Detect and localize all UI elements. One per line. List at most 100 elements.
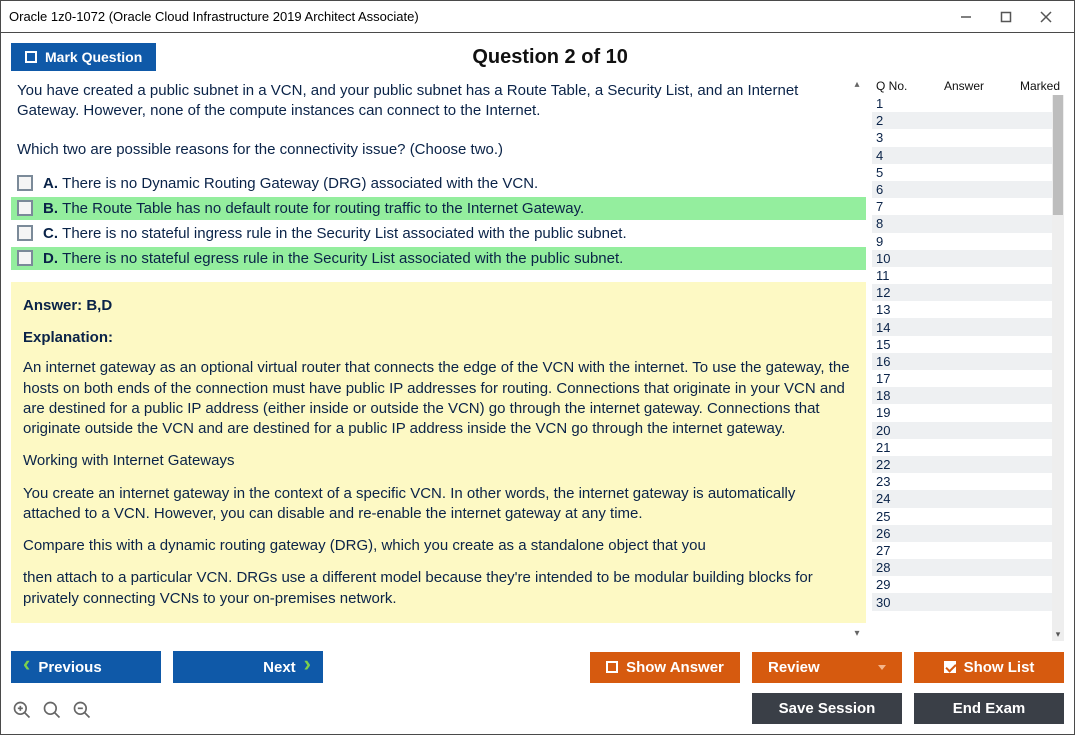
question-list-row[interactable]: 30 xyxy=(872,593,1052,610)
scroll-down-icon[interactable]: ▾ xyxy=(1053,629,1063,641)
question-list-row[interactable]: 25 xyxy=(872,508,1052,525)
question-number: 12 xyxy=(876,285,906,300)
minimize-button[interactable] xyxy=(946,1,986,32)
question-list-row[interactable]: 1 xyxy=(872,95,1052,112)
question-list-row[interactable]: 19 xyxy=(872,404,1052,421)
window-title: Oracle 1z0-1072 (Oracle Cloud Infrastruc… xyxy=(9,9,946,24)
question-list-row[interactable]: 9 xyxy=(872,233,1052,250)
answer-choice[interactable]: C. There is no stateful ingress rule in … xyxy=(11,222,866,245)
answer-choice[interactable]: D. There is no stateful egress rule in t… xyxy=(11,247,866,270)
question-number: 18 xyxy=(876,388,906,403)
question-number: 27 xyxy=(876,543,906,558)
question-list-row[interactable]: 17 xyxy=(872,370,1052,387)
question-list-row[interactable]: 6 xyxy=(872,181,1052,198)
question-list-row[interactable]: 4 xyxy=(872,147,1052,164)
question-number: 15 xyxy=(876,337,906,352)
question-list-row[interactable]: 7 xyxy=(872,198,1052,215)
end-exam-label: End Exam xyxy=(953,700,1026,717)
answer-choice[interactable]: A. There is no Dynamic Routing Gateway (… xyxy=(11,172,866,195)
question-number: 14 xyxy=(876,320,906,335)
question-counter: Question 2 of 10 xyxy=(156,46,1064,69)
question-list-row[interactable]: 3 xyxy=(872,129,1052,146)
chevron-right-icon xyxy=(304,658,311,676)
mark-question-label: Mark Question xyxy=(45,49,142,65)
question-number: 5 xyxy=(876,165,906,180)
show-list-label: Show List xyxy=(964,659,1035,676)
question-list-row[interactable]: 20 xyxy=(872,422,1052,439)
zoom-in-button[interactable] xyxy=(11,699,33,721)
question-list-row[interactable]: 12 xyxy=(872,284,1052,301)
question-list-row[interactable]: 8 xyxy=(872,215,1052,232)
zoom-out-button[interactable] xyxy=(71,699,93,721)
previous-label: Previous xyxy=(38,659,101,676)
choice-text: D. There is no stateful egress rule in t… xyxy=(43,250,623,267)
col-answer: Answer xyxy=(924,79,1004,93)
question-panel: ▴ ▾ You have created a public subnet in … xyxy=(11,77,866,641)
scroll-up-icon[interactable]: ▴ xyxy=(850,77,864,91)
scroll-down-icon[interactable]: ▾ xyxy=(850,626,864,640)
answer-choice[interactable]: B. The Route Table has no default route … xyxy=(11,197,866,220)
question-list-row[interactable]: 13 xyxy=(872,301,1052,318)
question-list-row[interactable]: 26 xyxy=(872,525,1052,542)
question-text-1: You have created a public subnet in a VC… xyxy=(11,77,866,126)
scrollbar-thumb[interactable] xyxy=(1053,95,1063,215)
question-number: 7 xyxy=(876,199,906,214)
titlebar: Oracle 1z0-1072 (Oracle Cloud Infrastruc… xyxy=(1,1,1074,33)
previous-button[interactable]: Previous xyxy=(11,651,161,683)
question-list-row[interactable]: 10 xyxy=(872,250,1052,267)
question-list-row[interactable]: 18 xyxy=(872,387,1052,404)
sidebar-scrollbar[interactable]: ▴ ▾ xyxy=(1052,95,1064,641)
question-list-row[interactable]: 27 xyxy=(872,542,1052,559)
mark-checkbox-icon xyxy=(25,51,37,63)
col-marked: Marked xyxy=(1004,79,1060,93)
next-button[interactable]: Next xyxy=(173,651,323,683)
show-answer-button[interactable]: Show Answer xyxy=(590,652,740,683)
show-list-button[interactable]: Show List xyxy=(914,652,1064,683)
question-list-row[interactable]: 28 xyxy=(872,559,1052,576)
question-number: 9 xyxy=(876,234,906,249)
show-answer-label: Show Answer xyxy=(626,659,724,676)
sidebar-list[interactable]: 1234567891011121314151617181920212223242… xyxy=(872,95,1064,641)
close-button[interactable] xyxy=(1026,1,1066,32)
review-dropdown[interactable]: Review xyxy=(752,652,902,683)
question-list-row[interactable]: 23 xyxy=(872,473,1052,490)
question-list-row[interactable]: 5 xyxy=(872,164,1052,181)
main-row: ▴ ▾ You have created a public subnet in … xyxy=(11,77,1064,641)
question-number: 20 xyxy=(876,423,906,438)
close-icon xyxy=(1040,11,1052,23)
question-number: 10 xyxy=(876,251,906,266)
question-number: 17 xyxy=(876,371,906,386)
question-list-row[interactable]: 16 xyxy=(872,353,1052,370)
choice-checkbox[interactable] xyxy=(17,225,33,241)
mark-question-button[interactable]: Mark Question xyxy=(11,43,156,71)
checked-icon xyxy=(944,661,956,673)
question-list-row[interactable]: 29 xyxy=(872,576,1052,593)
explanation-p4: Compare this with a dynamic routing gate… xyxy=(23,536,854,556)
question-list-row[interactable]: 15 xyxy=(872,336,1052,353)
question-list-row[interactable]: 21 xyxy=(872,439,1052,456)
question-list-row[interactable]: 2 xyxy=(872,112,1052,129)
maximize-button[interactable] xyxy=(986,1,1026,32)
question-number: 29 xyxy=(876,577,906,592)
choice-checkbox[interactable] xyxy=(17,250,33,266)
choice-checkbox[interactable] xyxy=(17,175,33,191)
question-list-row[interactable]: 24 xyxy=(872,490,1052,507)
zoom-reset-button[interactable] xyxy=(41,699,63,721)
review-label: Review xyxy=(768,659,820,676)
end-exam-button[interactable]: End Exam xyxy=(914,693,1064,724)
question-number: 8 xyxy=(876,216,906,231)
question-number: 11 xyxy=(876,268,906,283)
question-number: 22 xyxy=(876,457,906,472)
save-session-button[interactable]: Save Session xyxy=(752,693,902,724)
question-scroll[interactable]: ▴ ▾ You have created a public subnet in … xyxy=(11,77,866,641)
question-list-row[interactable]: 14 xyxy=(872,318,1052,335)
choice-checkbox[interactable] xyxy=(17,200,33,216)
question-text-2: Which two are possible reasons for the c… xyxy=(11,136,866,164)
save-session-label: Save Session xyxy=(779,700,876,717)
square-icon xyxy=(606,661,618,673)
question-number: 28 xyxy=(876,560,906,575)
question-list-row[interactable]: 22 xyxy=(872,456,1052,473)
question-list-row[interactable]: 11 xyxy=(872,267,1052,284)
explanation-p2: Working with Internet Gateways xyxy=(23,451,854,471)
choice-text: A. There is no Dynamic Routing Gateway (… xyxy=(43,175,538,192)
